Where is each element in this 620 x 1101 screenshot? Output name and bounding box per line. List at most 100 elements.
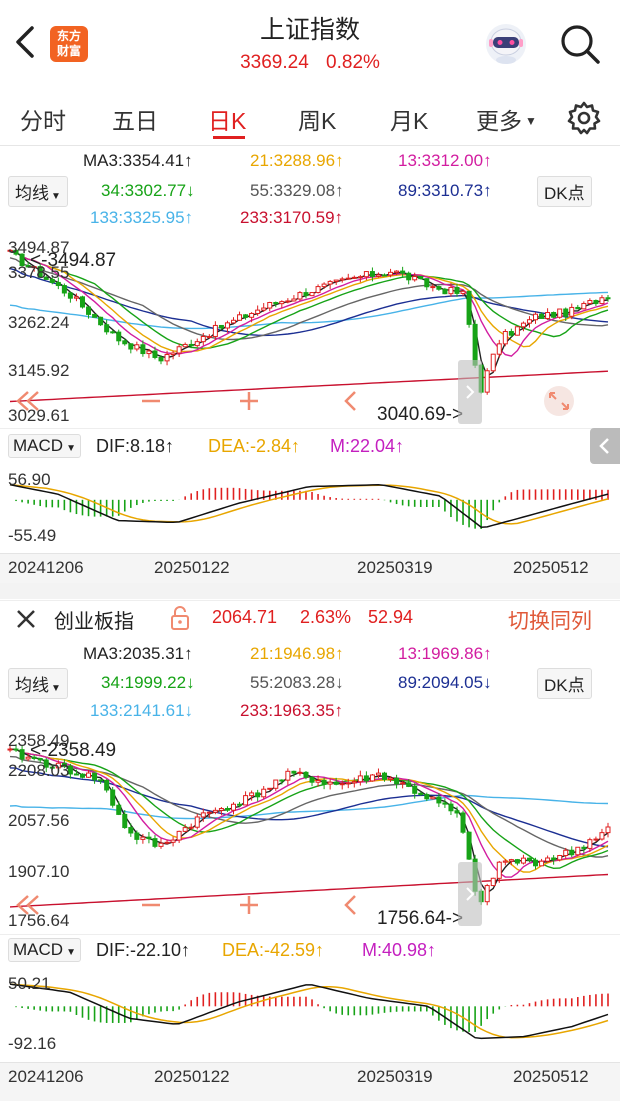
compare-change-pct: 2.63% (300, 607, 352, 627)
section-gap (0, 583, 620, 599)
candle-body (484, 885, 490, 903)
candle-body (92, 313, 98, 318)
ma-selector-dropdown[interactable]: 均线 ▼ (8, 176, 68, 207)
candle-body (309, 776, 315, 783)
dif-value: DIF:8.18↑ (96, 436, 175, 456)
macd-selector-dropdown[interactable]: MACD ▼ (8, 938, 81, 962)
switch-column-button[interactable]: 切换同列 (508, 605, 592, 635)
m-value: M:22.04↑ (330, 436, 405, 456)
high-label: 3494.87 (47, 250, 117, 271)
candle-body (188, 826, 194, 829)
candle-body (134, 344, 140, 350)
candle-body (176, 830, 182, 841)
robot-avatar-icon[interactable] (482, 20, 530, 68)
tab-wuri[interactable]: 五日 (112, 102, 158, 136)
search-icon[interactable] (558, 22, 602, 66)
dropdown-triangle-icon: ▼ (66, 947, 76, 958)
candle-body (128, 343, 134, 350)
macd-chart-1[interactable] (0, 462, 620, 552)
macd-axis-top: 56.90 (8, 470, 51, 489)
ma13-value: 13:3312.00↑ (398, 151, 492, 170)
date-label: 20250319 (357, 1067, 433, 1086)
candle-body (61, 285, 67, 294)
candle-body (466, 831, 472, 860)
dk-point-button[interactable]: DK点 (537, 176, 592, 207)
dea-line (9, 983, 609, 1039)
dk-point-button[interactable]: DK点 (537, 668, 592, 699)
candle-body (400, 270, 406, 274)
zoom-in-icon[interactable] (232, 888, 266, 927)
scroll-left-fast-icon[interactable] (6, 384, 46, 423)
candle-body (557, 308, 563, 318)
tab-fenshi[interactable]: 分时 (20, 102, 66, 136)
compare-change: 52.94 (368, 607, 414, 627)
ma3-value: MA3:3354.41↑ (83, 151, 193, 170)
date-label: 20241206 (8, 1067, 84, 1086)
macd-chart-2[interactable] (0, 966, 620, 1062)
candle-body (430, 796, 436, 800)
macd-axis-top: 50.21 (8, 974, 51, 993)
candle-body (158, 356, 164, 362)
date-label: 20250122 (154, 558, 230, 577)
scroll-left-fast-icon[interactable] (6, 888, 46, 927)
candle-body (230, 319, 236, 324)
candle-body (140, 344, 146, 355)
period-tabs: 分时 五日 日K 周K 月K 更多 ▼ (0, 92, 620, 146)
candle-body (526, 319, 532, 324)
ma-line (9, 370, 609, 403)
lock-icon[interactable] (168, 605, 192, 636)
scroll-left-icon[interactable] (334, 888, 368, 927)
candle-body (327, 280, 333, 285)
candle-body (218, 808, 224, 811)
candle-body (176, 346, 182, 354)
candle-body (303, 292, 309, 297)
ma-line (9, 873, 609, 908)
candle-body (333, 279, 339, 282)
candle-body (67, 292, 73, 299)
tab-more[interactable]: 更多 ▼ (476, 102, 537, 136)
candle-body (86, 772, 92, 778)
macd-axis-bottom: -55.49 (8, 526, 57, 545)
date-label: 20250512 (513, 558, 589, 577)
zoom-out-icon[interactable] (134, 384, 168, 423)
dropdown-triangle-icon: ▼ (51, 191, 61, 202)
scroll-handle[interactable] (458, 360, 482, 424)
candle-body (599, 832, 605, 840)
candle-body (224, 808, 230, 811)
header-bar: 东方 财富 上证指数 3369.24 0.82% (0, 0, 620, 86)
m-value: M:40.98↑ (362, 940, 437, 960)
candle-body (520, 322, 526, 328)
close-icon[interactable] (14, 607, 38, 636)
index-change-pct: 0.82% (326, 52, 380, 73)
candle-body (382, 274, 388, 277)
ma-selector-dropdown[interactable]: 均线 ▼ (8, 668, 68, 699)
candle-body (206, 811, 212, 814)
candle-body (170, 839, 176, 843)
gear-icon[interactable] (566, 100, 602, 136)
candle-body (218, 324, 224, 329)
ma21-value: 21:1946.98↑ (250, 644, 344, 663)
candle-body (333, 781, 339, 785)
tab-monthly-k[interactable]: 月K (390, 102, 428, 136)
candle-body (496, 861, 502, 879)
macd-axis-bottom: -92.16 (8, 1034, 57, 1053)
candle-body (587, 299, 593, 304)
tab-daily-k[interactable]: 日K (208, 102, 246, 136)
candle-body (388, 271, 394, 276)
candle-body (86, 306, 92, 315)
fullscreen-icon[interactable] (540, 384, 578, 423)
scroll-left-icon[interactable] (334, 384, 368, 423)
macd-selector-label: MACD (13, 436, 64, 455)
ma133-value: 133:2141.61↓ (90, 701, 194, 720)
macd-selector-dropdown[interactable]: MACD ▼ (8, 434, 81, 458)
candle-body (303, 771, 309, 778)
scroll-handle[interactable] (458, 862, 482, 926)
candle-body (448, 286, 454, 295)
ma233-value: 233:3170.59↑ (240, 208, 344, 227)
candle-body (436, 796, 442, 804)
tab-weekly-k[interactable]: 周K (298, 102, 336, 136)
candle-body (98, 779, 104, 782)
zoom-in-icon[interactable] (232, 384, 266, 423)
panel-collapse-icon[interactable] (590, 428, 620, 464)
zoom-out-icon[interactable] (134, 888, 168, 927)
